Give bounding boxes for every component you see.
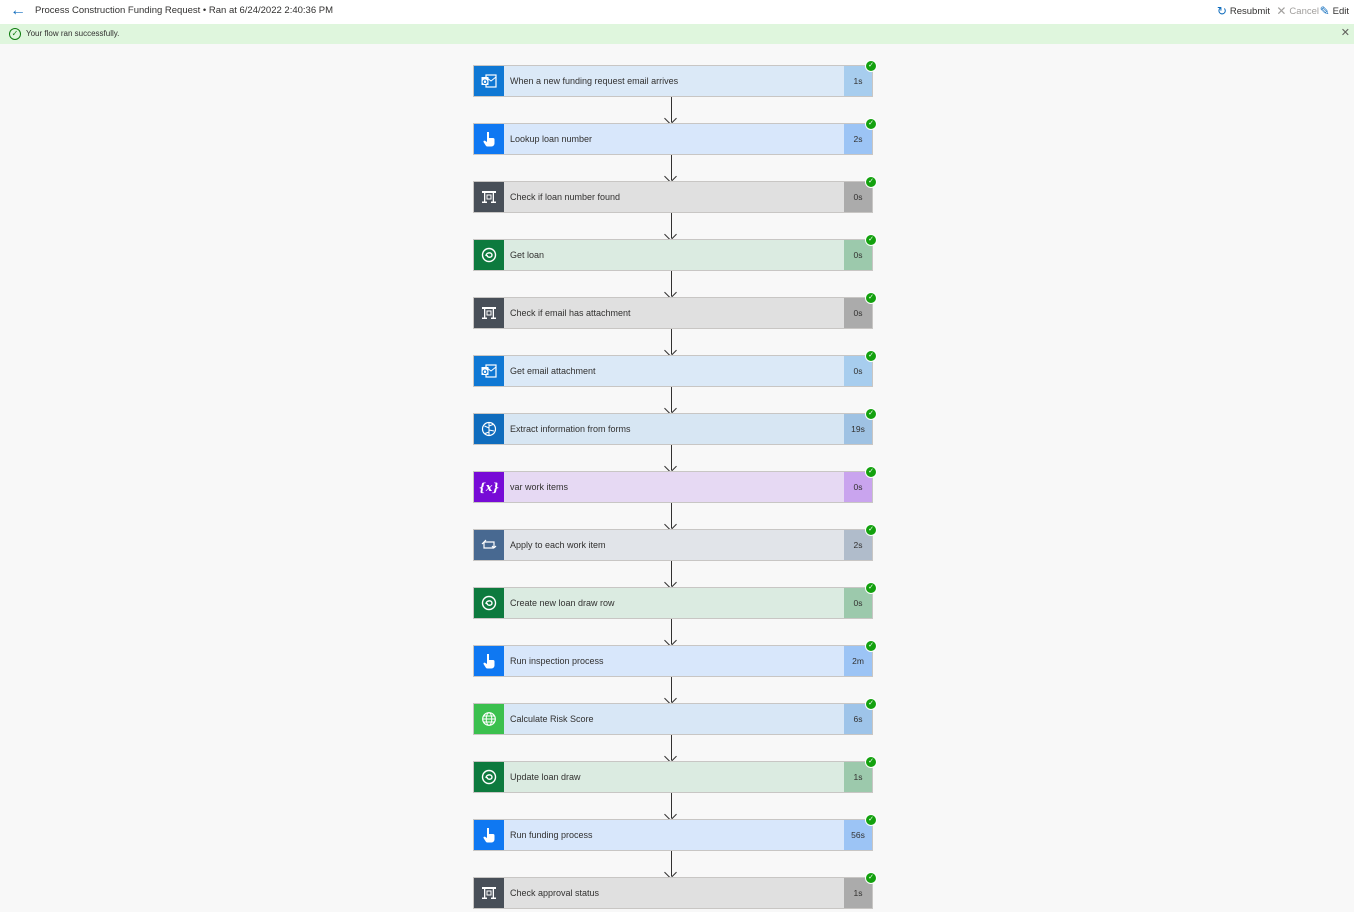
flow-step[interactable]: Extract information from forms 19s ✓	[473, 408, 877, 445]
flow-step[interactable]: Run funding process 56s ✓	[473, 814, 877, 851]
connector-arrow-icon	[664, 97, 677, 125]
flow-step[interactable]: Lookup loan number 2s ✓	[473, 118, 877, 155]
condition-icon	[474, 182, 504, 212]
flow-step[interactable]: Update loan draw 1s ✓	[473, 756, 877, 793]
loop-icon	[474, 530, 504, 560]
flow-step[interactable]: Get loan 0s ✓	[473, 234, 877, 271]
success-check-icon: ✓	[865, 176, 877, 188]
success-check-icon: ✓	[865, 872, 877, 884]
resubmit-label: Resubmit	[1229, 5, 1270, 17]
step-label: Check if loan number found	[510, 192, 621, 202]
step-label: Calculate Risk Score	[510, 714, 594, 724]
success-check-icon: ✓	[865, 582, 877, 594]
success-check-icon: ✓	[865, 234, 877, 246]
step-label: Get loan	[510, 250, 545, 260]
flow-trigger-icon	[474, 124, 504, 154]
step-label: var work items	[510, 482, 569, 492]
http-globe-icon	[474, 704, 504, 734]
outlook-icon: O	[474, 356, 504, 386]
connector-arrow-icon	[664, 735, 677, 763]
step-label: When a new funding request email arrives	[510, 76, 679, 86]
svg-text:O: O	[482, 368, 488, 376]
banner-message: Your flow ran successfully.	[26, 29, 120, 38]
connector-arrow-icon	[664, 213, 677, 241]
connector-arrow-icon	[664, 271, 677, 299]
flow-trigger-icon	[474, 820, 504, 850]
flow-step[interactable]: Check if loan number found 0s ✓	[473, 176, 877, 213]
top-bar: ← Process Construction Funding Request •…	[0, 0, 1354, 24]
success-check-icon: ✓	[865, 814, 877, 826]
dismiss-banner-close-icon[interactable]: ✕	[1341, 27, 1350, 39]
cancel-label: Cancel	[1289, 5, 1319, 17]
step-label: Extract information from forms	[510, 424, 631, 434]
success-check-icon: ✓	[9, 28, 21, 40]
svg-text:{x}: {x}	[479, 481, 499, 494]
connector-arrow-icon	[664, 329, 677, 357]
success-check-icon: ✓	[865, 640, 877, 652]
dataverse-icon	[474, 762, 504, 792]
edit-button[interactable]: ✎ Edit	[1320, 4, 1349, 18]
flow-step[interactable]: {x} var work items 0s ✓	[473, 466, 877, 503]
success-check-icon: ✓	[865, 350, 877, 362]
connector-arrow-icon	[664, 677, 677, 705]
condition-icon	[474, 878, 504, 908]
success-check-icon: ✓	[865, 524, 877, 536]
outlook-icon: O	[474, 66, 504, 96]
step-label: Run inspection process	[510, 656, 604, 666]
flow-step[interactable]: O When a new funding request email arrive…	[473, 60, 877, 97]
success-check-icon: ✓	[865, 698, 877, 710]
connector-arrow-icon	[664, 155, 677, 183]
step-label: Lookup loan number	[510, 134, 593, 144]
success-check-icon: ✓	[865, 60, 877, 72]
success-check-icon: ✓	[865, 292, 877, 304]
back-arrow-icon[interactable]: ←	[10, 3, 26, 19]
success-check-icon: ✓	[865, 408, 877, 420]
flow-step[interactable]: Check approval status 1s ✓	[473, 872, 877, 909]
close-icon: ✕	[1276, 4, 1287, 18]
connector-arrow-icon	[664, 503, 677, 531]
refresh-icon: ↻	[1216, 4, 1227, 18]
condition-icon	[474, 298, 504, 328]
step-label: Update loan draw	[510, 772, 581, 782]
success-check-icon: ✓	[865, 466, 877, 478]
flow-step[interactable]: O Get email attachment 0s ✓	[473, 350, 877, 387]
resubmit-button[interactable]: ↻ Resubmit	[1217, 4, 1270, 18]
connector-arrow-icon	[664, 387, 677, 415]
flow-run-canvas: O When a new funding request email arrive…	[473, 60, 877, 912]
step-label: Run funding process	[510, 830, 593, 840]
success-check-icon: ✓	[865, 118, 877, 130]
svg-text:O: O	[482, 78, 488, 86]
connector-arrow-icon	[664, 619, 677, 647]
success-check-icon: ✓	[865, 756, 877, 768]
step-label: Apply to each work item	[510, 540, 606, 550]
flow-trigger-icon	[474, 646, 504, 676]
dataverse-icon	[474, 588, 504, 618]
connector-arrow-icon	[664, 445, 677, 473]
ai-builder-icon	[474, 414, 504, 444]
edit-label: Edit	[1332, 5, 1349, 17]
flow-step[interactable]: Check if email has attachment 0s ✓	[473, 292, 877, 329]
run-title: Process Construction Funding Request • R…	[35, 5, 334, 16]
dataverse-icon	[474, 240, 504, 270]
flow-step[interactable]: Run inspection process 2m ✓	[473, 640, 877, 677]
step-label: Check approval status	[510, 888, 600, 898]
step-label: Get email attachment	[510, 366, 596, 376]
step-label: Create new loan draw row	[510, 598, 615, 608]
cancel-button[interactable]: ✕ Cancel	[1276, 4, 1319, 18]
flow-step[interactable]: Create new loan draw row 0s ✓	[473, 582, 877, 619]
success-banner: ✓ Your flow ran successfully. ✕	[0, 24, 1354, 44]
variable-icon: {x}	[474, 472, 504, 502]
connector-arrow-icon	[664, 561, 677, 589]
flow-step[interactable]: Apply to each work item 2s ✓	[473, 524, 877, 561]
pencil-icon: ✎	[1319, 4, 1330, 18]
connector-arrow-icon	[664, 793, 677, 821]
flow-step[interactable]: Calculate Risk Score 6s ✓	[473, 698, 877, 735]
connector-arrow-icon	[664, 851, 677, 879]
step-label: Check if email has attachment	[510, 308, 631, 318]
